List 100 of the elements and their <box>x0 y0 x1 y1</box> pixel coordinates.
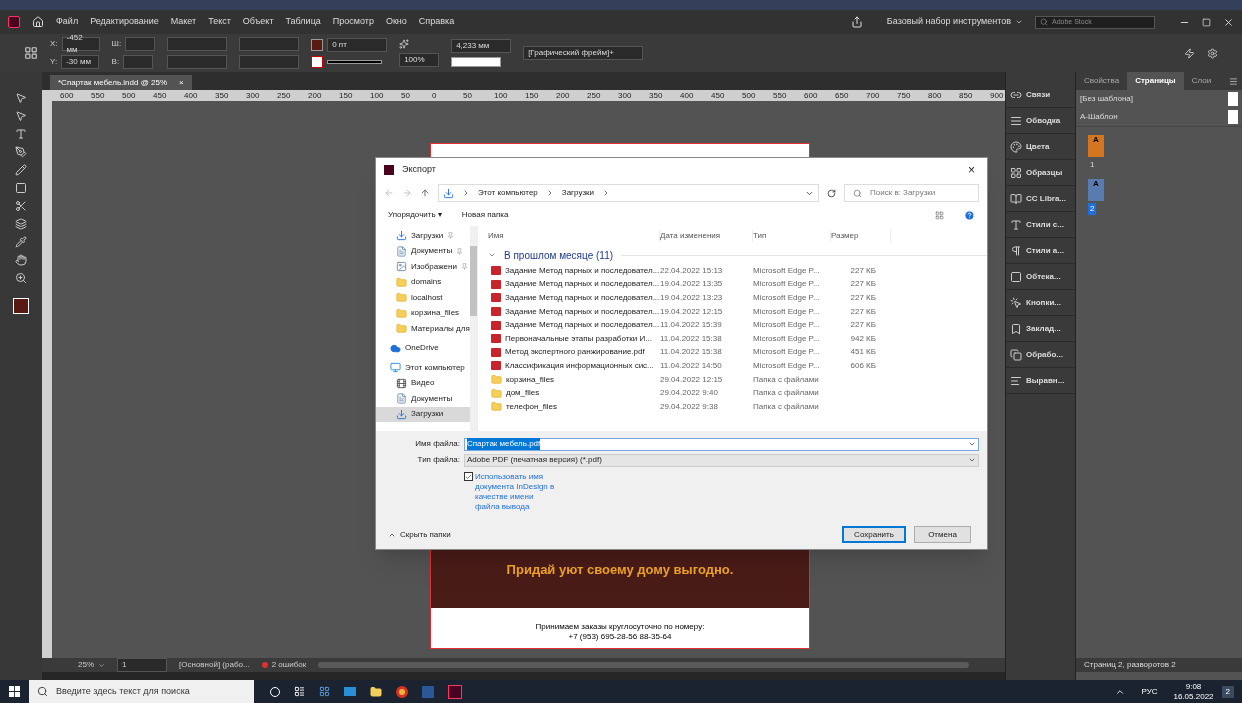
breadcrumb[interactable]: Этот компьютер <box>478 187 538 199</box>
hide-folders-button[interactable]: Скрыть папки <box>388 528 451 541</box>
breadcrumb[interactable]: Загрузки <box>561 187 595 199</box>
type-tool-icon[interactable] <box>15 128 27 140</box>
notifications-button[interactable]: 2 <box>1221 685 1234 698</box>
menu-item[interactable]: Окно <box>385 15 407 29</box>
column-header[interactable]: Дата изменения <box>660 230 753 242</box>
view-options-icon[interactable] <box>935 210 944 220</box>
preflight-profile[interactable]: [Основной] (рабо... <box>179 659 250 671</box>
nav-item[interactable]: Этот компьютер <box>376 360 470 376</box>
master-page-item[interactable]: [Без шаблона] <box>1076 90 1242 108</box>
file-type-dropdown[interactable]: Adobe PDF (печатная версия) (*.pdf) <box>464 453 979 467</box>
file-row[interactable]: телефон_files 29.04.2022 9:38 Папка с файлами <box>488 399 987 414</box>
file-row[interactable]: Задание Метод парных и последовател...22.04.2022 15:13 Microsoft Edge P... 227 КБ <box>488 264 987 278</box>
nav-item[interactable]: Загрузки <box>376 228 470 244</box>
error-count[interactable]: 2 ошибок <box>271 659 307 671</box>
page-number-field[interactable]: 1 <box>117 658 167 672</box>
scale-y-field[interactable] <box>167 55 228 69</box>
y-position-field[interactable]: -30 мм <box>61 55 100 69</box>
height-field[interactable] <box>123 55 154 69</box>
x-position-field[interactable]: -452 мм <box>61 37 100 51</box>
cancel-button[interactable]: Отмена <box>914 526 971 543</box>
browser-icon[interactable] <box>396 685 408 698</box>
page-thumbnail[interactable]: A <box>1088 135 1104 157</box>
menu-item[interactable]: Файл <box>56 15 79 29</box>
quick-actions-icon[interactable] <box>1184 47 1195 59</box>
file-row[interactable]: дом_files 29.04.2022 9:40 Папка с файлами <box>488 386 987 400</box>
nav-item[interactable]: Материалы для <box>376 321 470 337</box>
menu-item[interactable]: Таблица <box>285 15 321 29</box>
pen-tool-icon[interactable] <box>15 146 27 158</box>
panel-tab[interactable]: Страницы <box>1127 72 1184 90</box>
workspace-switcher[interactable]: Базовый набор инструментов <box>886 15 1023 29</box>
windows-start-icon[interactable] <box>9 686 20 697</box>
indesign-icon[interactable] <box>448 684 462 699</box>
shear-field[interactable] <box>239 55 300 69</box>
file-row[interactable]: Задание Метод парных и последовател...19.04.2022 12:15 Microsoft Edge P... 227 КБ <box>488 304 987 319</box>
gradient-icon[interactable] <box>15 218 27 230</box>
refresh-icon[interactable] <box>827 188 836 198</box>
file-row[interactable]: Метод экспертного ранжирование.pdf 11.04.2022 15:38 Microsoft Edge P... 451 КБ <box>488 345 987 360</box>
new-folder-button[interactable]: Новая папка <box>461 209 509 221</box>
nav-item[interactable]: domains <box>376 274 470 290</box>
object-style-dropdown[interactable]: [Графический фрейм]+ <box>523 46 644 60</box>
nav-item[interactable]: Документы <box>376 243 470 259</box>
column-header[interactable]: Имя <box>488 230 660 242</box>
file-row[interactable]: Задание Метод парных и последовател...19.04.2022 13:35 Microsoft Edge P... 227 КБ <box>488 277 987 292</box>
hand-icon[interactable] <box>15 254 27 266</box>
save-button[interactable]: Сохранить <box>842 526 906 543</box>
nav-item[interactable]: Документы <box>376 391 470 407</box>
frame-icon[interactable] <box>15 182 27 194</box>
eyedropper-icon[interactable] <box>15 236 27 248</box>
opacity-field[interactable]: 100% <box>399 53 440 67</box>
organize-menu[interactable]: Упорядочить ▾ <box>388 209 442 221</box>
folder-search-field[interactable]: Поиск в: Загрузки <box>844 184 979 202</box>
panel-tab[interactable]: Слои <box>1183 72 1220 90</box>
menu-item[interactable]: Просмотр <box>332 15 374 29</box>
maximize-icon[interactable] <box>1202 17 1211 27</box>
store-icon[interactable] <box>319 686 330 697</box>
selection-arrow-icon[interactable] <box>15 92 27 104</box>
stroke-weight-field[interactable]: 0 пт <box>327 38 388 52</box>
nav-item[interactable]: Загрузки <box>376 406 470 422</box>
home-icon[interactable] <box>32 16 44 28</box>
panel-tab[interactable]: Свойства <box>1076 72 1128 90</box>
file-row[interactable]: Задание Метод парных и последовател...11.04.2022 15:39 Microsoft Edge P... 227 КБ <box>488 318 987 332</box>
document-tab[interactable]: *Спартак мебель.indd @ 25% × <box>50 75 192 90</box>
settings-icon[interactable] <box>1207 47 1218 59</box>
taskbar-search-field[interactable]: Введите здесь текст для поиска <box>29 680 254 703</box>
share-icon[interactable] <box>850 16 863 28</box>
rotate-field[interactable] <box>239 37 300 51</box>
address-bar[interactable]: Этот компьютер Загрузки <box>438 184 819 202</box>
column-header[interactable]: Размер <box>831 230 891 242</box>
zoom-dropdown[interactable]: 25% <box>78 659 105 671</box>
group-header[interactable]: В прошлом месяце (11) <box>504 247 614 263</box>
nav-item[interactable]: localhost <box>376 290 470 306</box>
nav-item[interactable]: OneDrive <box>376 340 470 356</box>
page-number[interactable]: 2 <box>1088 203 1097 215</box>
column-header[interactable]: Тип <box>753 230 831 242</box>
folder-icon[interactable] <box>370 685 382 698</box>
tab-close-button[interactable]: × <box>179 76 184 89</box>
menu-item[interactable]: Макет <box>170 15 197 29</box>
pencil-icon[interactable] <box>15 164 27 176</box>
file-row[interactable]: Классификация информационных сис... 11.04.2022 14:50 Microsoft Edge P... 606 КБ <box>488 359 987 373</box>
spacing-field[interactable]: 4,233 мм <box>451 39 512 53</box>
file-row[interactable]: Задание Метод парных и последовател...19.04.2022 13:23 Microsoft Edge P... 227 КБ <box>488 291 987 305</box>
language-indicator[interactable]: РУС <box>1141 685 1158 698</box>
master-page-item[interactable]: А-Шаблон <box>1076 108 1242 126</box>
up-icon[interactable] <box>420 188 430 198</box>
menu-item[interactable]: Текст <box>208 15 231 29</box>
scissors-icon[interactable] <box>15 200 27 212</box>
file-name-field[interactable]: Спартак мебель.pdf <box>464 437 979 451</box>
file-row[interactable]: корзина_files 29.04.2022 12:15 Папка с файлами <box>488 372 987 387</box>
page-number[interactable]: 1 <box>1088 159 1097 171</box>
dialog-close-button[interactable]: × <box>964 161 979 179</box>
nav-item[interactable]: Изображени <box>376 259 470 275</box>
close-icon[interactable] <box>1223 16 1234 28</box>
cursor-icon[interactable] <box>15 110 27 122</box>
nav-item[interactable]: корзина_files <box>376 305 470 321</box>
panel-menu-icon[interactable] <box>1229 76 1238 86</box>
page-thumbnail[interactable]: A <box>1088 179 1104 201</box>
menu-item[interactable]: Справка <box>418 15 455 29</box>
scale-x-field[interactable] <box>167 37 228 51</box>
